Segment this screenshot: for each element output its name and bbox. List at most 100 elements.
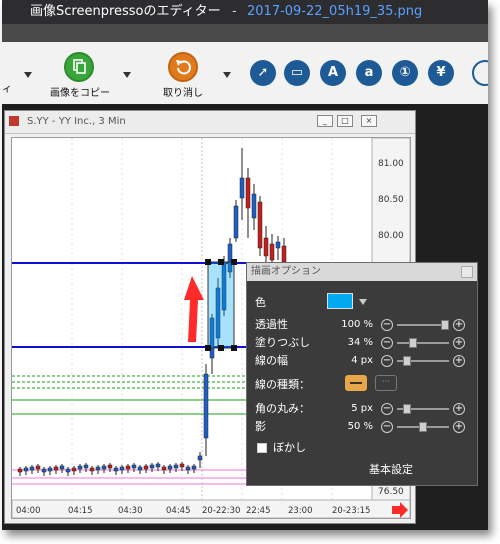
ribbon-left-label: ィ bbox=[2, 84, 12, 95]
candle-body bbox=[161, 466, 167, 471]
blur-checkbox[interactable] bbox=[257, 443, 267, 453]
chart-window-titlebar: S.YY - YY Inc., 3 Min _ □ × bbox=[5, 111, 415, 134]
candle-body bbox=[245, 177, 251, 209]
chevron-down-icon[interactable] bbox=[223, 72, 231, 78]
candle-body bbox=[65, 468, 71, 473]
x-tick-label: 04:15 bbox=[68, 506, 93, 516]
candle-body bbox=[179, 463, 185, 468]
fill-slider[interactable] bbox=[397, 342, 449, 344]
color-swatch[interactable] bbox=[327, 293, 353, 309]
chevron-down-icon[interactable] bbox=[123, 72, 131, 78]
x-tick-label: 20-22:30 bbox=[202, 506, 240, 516]
highlighter-icon[interactable]: ¥ bbox=[428, 60, 454, 86]
annotation-arrow bbox=[184, 276, 204, 342]
candle-body bbox=[77, 465, 83, 470]
y-tick-label: 80.00 bbox=[378, 231, 404, 241]
candle-body bbox=[257, 201, 263, 249]
line-width-value: 4 px bbox=[351, 355, 373, 366]
candle-body bbox=[269, 243, 275, 261]
candle-body bbox=[263, 237, 269, 257]
opacity-thumb[interactable] bbox=[441, 320, 449, 330]
textbox-icon[interactable]: a bbox=[356, 60, 382, 86]
step-number-icon[interactable]: ① bbox=[392, 60, 418, 86]
minus-icon[interactable]: − bbox=[381, 403, 393, 415]
x-tick-label: 23:00 bbox=[288, 506, 313, 516]
chevron-down-icon[interactable] bbox=[359, 299, 367, 305]
close-icon[interactable] bbox=[461, 266, 473, 278]
candle-body bbox=[59, 465, 65, 470]
drawing-options-dialog: 描画オプション 色 透過性 100 % − + 塗りつぶし 34 % − + 線… bbox=[246, 262, 478, 486]
x-tick-label: 04:45 bbox=[166, 506, 191, 516]
candle-body bbox=[107, 464, 113, 469]
ribbon-toolbar: ィ 画像をコピー 取り消し ➚ ▭ Aa ① ¥ bbox=[2, 42, 488, 105]
y-tick-label: 80.50 bbox=[378, 195, 404, 205]
app-title: 画像Screenpressoのエディター bbox=[30, 4, 221, 19]
plus-icon[interactable]: + bbox=[453, 421, 465, 433]
copy-image-button[interactable]: 画像をコピー bbox=[50, 84, 110, 99]
candle-body bbox=[143, 465, 149, 470]
basic-settings-link[interactable]: 基本設定 bbox=[369, 461, 413, 477]
dialog-titlebar: 描画オプション bbox=[247, 263, 477, 281]
candle-body bbox=[233, 205, 239, 239]
text-icon[interactable]: A bbox=[320, 60, 346, 86]
resize-handle bbox=[205, 259, 211, 265]
opacity-value: 100 % bbox=[341, 319, 373, 330]
candle-body bbox=[167, 465, 173, 470]
fill-value: 34 % bbox=[347, 337, 373, 348]
candle-body bbox=[239, 177, 245, 199]
plus-icon[interactable]: + bbox=[453, 403, 465, 415]
x-tick-label: 04:30 bbox=[118, 506, 143, 516]
x-tick-label: 20-23:15 bbox=[332, 506, 370, 516]
plus-icon[interactable]: + bbox=[453, 355, 465, 367]
candle-body bbox=[203, 373, 209, 439]
chart-window-title: S.YY - YY Inc., 3 Min bbox=[27, 116, 126, 127]
candle-body bbox=[29, 466, 35, 471]
shadow-thumb[interactable] bbox=[419, 422, 427, 432]
undo-button[interactable]: 取り消し bbox=[163, 84, 203, 99]
minimize-icon[interactable]: _ bbox=[317, 115, 333, 127]
blur-label: ぼかし bbox=[273, 441, 306, 454]
corner-label: 角の丸み： bbox=[255, 402, 310, 415]
candle-body bbox=[119, 466, 125, 471]
more-tools-icon[interactable] bbox=[472, 60, 488, 86]
candle-body bbox=[197, 455, 203, 461]
arrow-icon[interactable]: ➚ bbox=[250, 60, 276, 86]
resize-handle bbox=[218, 259, 224, 265]
resize-handle bbox=[231, 259, 237, 265]
resize-handle bbox=[205, 345, 211, 351]
dialog-title: 描画オプション bbox=[251, 266, 321, 277]
title-bar: 画像Screenpressoのエディター - 2017-09-22_05h19_… bbox=[2, 0, 488, 24]
minus-icon[interactable]: − bbox=[381, 355, 393, 367]
candle-body bbox=[191, 465, 197, 470]
corner-thumb[interactable] bbox=[403, 404, 411, 414]
line-width-thumb[interactable] bbox=[403, 356, 411, 366]
close-icon[interactable]: × bbox=[361, 115, 377, 127]
solid-line-option[interactable] bbox=[345, 375, 367, 391]
plus-icon[interactable]: + bbox=[453, 319, 465, 331]
candle-body bbox=[281, 245, 287, 263]
tab-strip bbox=[2, 24, 488, 42]
candle-body bbox=[71, 467, 77, 472]
resize-handle bbox=[231, 345, 237, 351]
app-icon bbox=[9, 116, 19, 126]
restore-icon[interactable]: □ bbox=[337, 115, 353, 127]
candle-body bbox=[131, 464, 137, 469]
copy-image-icon[interactable] bbox=[64, 52, 94, 82]
candle-body bbox=[185, 466, 191, 471]
minus-icon[interactable]: − bbox=[381, 337, 393, 349]
rectangle-icon[interactable]: ▭ bbox=[284, 60, 310, 86]
candle-body bbox=[89, 467, 95, 472]
minus-icon[interactable]: − bbox=[381, 319, 393, 331]
minus-icon[interactable]: − bbox=[381, 421, 393, 433]
undo-icon[interactable] bbox=[168, 52, 198, 82]
color-label: 色 bbox=[255, 296, 266, 309]
line-type-label: 線の種類： bbox=[255, 378, 310, 391]
candle-body bbox=[275, 241, 281, 249]
candle-body bbox=[47, 467, 53, 472]
fill-thumb[interactable] bbox=[409, 338, 417, 348]
title-separator: - bbox=[232, 4, 237, 19]
chevron-down-icon[interactable] bbox=[24, 72, 32, 78]
plus-icon[interactable]: + bbox=[453, 337, 465, 349]
y-tick-label: 76.50 bbox=[378, 487, 404, 497]
dotted-line-option[interactable]: ··· bbox=[375, 375, 397, 391]
